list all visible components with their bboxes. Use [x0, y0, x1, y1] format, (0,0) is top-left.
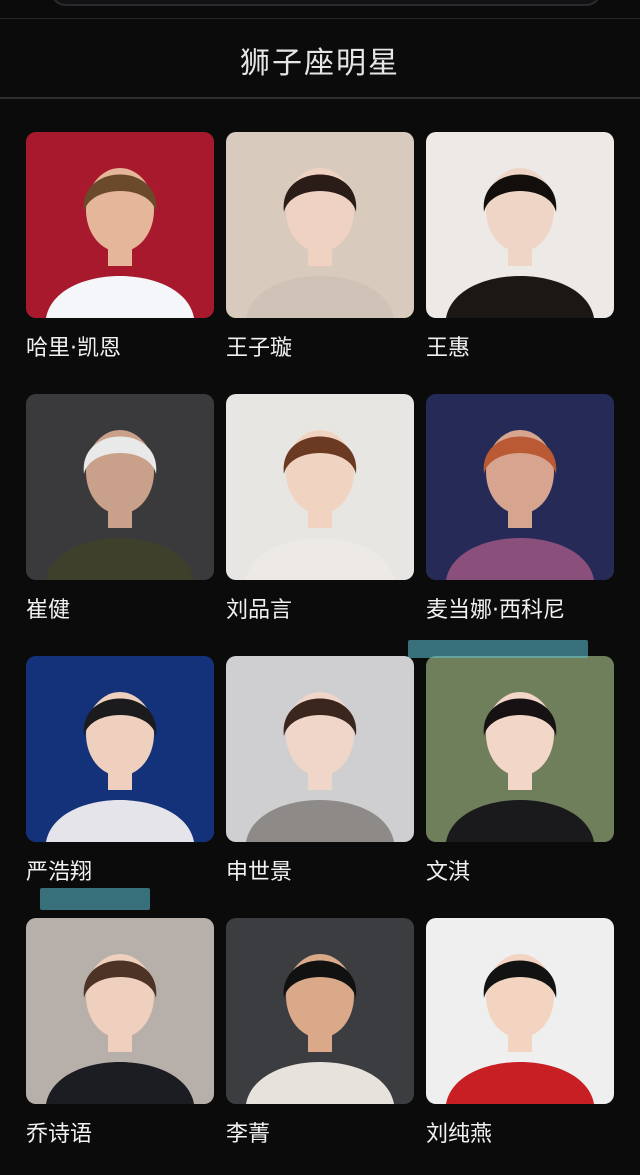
- celebrity-photo[interactable]: [226, 656, 414, 842]
- celebrity-name: 申世景: [226, 860, 293, 885]
- celebrity-name: 刘品言: [226, 598, 293, 623]
- celebrity-card[interactable]: 文淇: [426, 656, 614, 886]
- celebrity-card[interactable]: 申世景: [226, 656, 414, 886]
- celebrity-photo[interactable]: [226, 132, 414, 318]
- celebrity-photo[interactable]: [226, 394, 414, 580]
- highlight-mark: [40, 888, 150, 910]
- celebrity-photo[interactable]: [426, 918, 614, 1104]
- celebrity-card[interactable]: 麦当娜·西科尼: [426, 394, 614, 624]
- celebrity-name: 李菁: [226, 1122, 271, 1147]
- celebrity-photo[interactable]: [26, 394, 214, 580]
- celebrity-photo[interactable]: [26, 918, 214, 1104]
- celebrity-name: 乔诗语: [26, 1122, 93, 1147]
- celebrity-photo[interactable]: [26, 656, 214, 842]
- celebrity-card[interactable]: 刘品言: [226, 394, 414, 624]
- host-photo: [426, 918, 614, 1104]
- divider: [0, 97, 640, 99]
- celebrity-name: 文淇: [426, 860, 471, 885]
- actress-photo: [226, 132, 414, 318]
- actress-photo: [26, 918, 214, 1104]
- actress-photo: [226, 394, 414, 580]
- musician-photo: [26, 394, 214, 580]
- celebrity-name: 麦当娜·西科尼: [426, 598, 565, 623]
- actress-photo: [226, 656, 414, 842]
- celebrity-name: 崔健: [26, 598, 71, 623]
- model-photo: [426, 132, 614, 318]
- celebrity-card[interactable]: 乔诗语: [26, 918, 214, 1148]
- idol-photo: [26, 656, 214, 842]
- celebrity-name: 刘纯燕: [426, 1122, 493, 1147]
- celebrity-card[interactable]: 严浩翔: [26, 656, 214, 886]
- celebrity-name: 王惠: [426, 336, 471, 361]
- celebrity-photo[interactable]: [426, 656, 614, 842]
- actress-photo: [426, 656, 614, 842]
- celebrity-photo[interactable]: [426, 394, 614, 580]
- celebrity-card[interactable]: 李菁: [226, 918, 414, 1148]
- footballer-photo: [26, 132, 214, 318]
- celebrity-card[interactable]: 刘纯燕: [426, 918, 614, 1148]
- celebrity-photo[interactable]: [426, 132, 614, 318]
- celebrity-card[interactable]: 王惠: [426, 132, 614, 362]
- celebrity-card[interactable]: 哈里·凯恩: [26, 132, 214, 362]
- celebrity-name: 严浩翔: [26, 860, 93, 885]
- singer-photo: [426, 394, 614, 580]
- celebrity-photo[interactable]: [226, 918, 414, 1104]
- celebrity-card[interactable]: 崔健: [26, 394, 214, 624]
- comedian-photo: [226, 918, 414, 1104]
- celebrity-name: 王子璇: [226, 336, 293, 361]
- celebrity-photo[interactable]: [26, 132, 214, 318]
- celebrity-name: 哈里·凯恩: [26, 336, 121, 361]
- highlight-mark: [408, 640, 588, 658]
- section-title: 狮子座明星: [240, 46, 400, 81]
- search-bar[interactable]: [50, 0, 602, 6]
- divider: [0, 18, 640, 19]
- celebrity-card[interactable]: 王子璇: [226, 132, 414, 362]
